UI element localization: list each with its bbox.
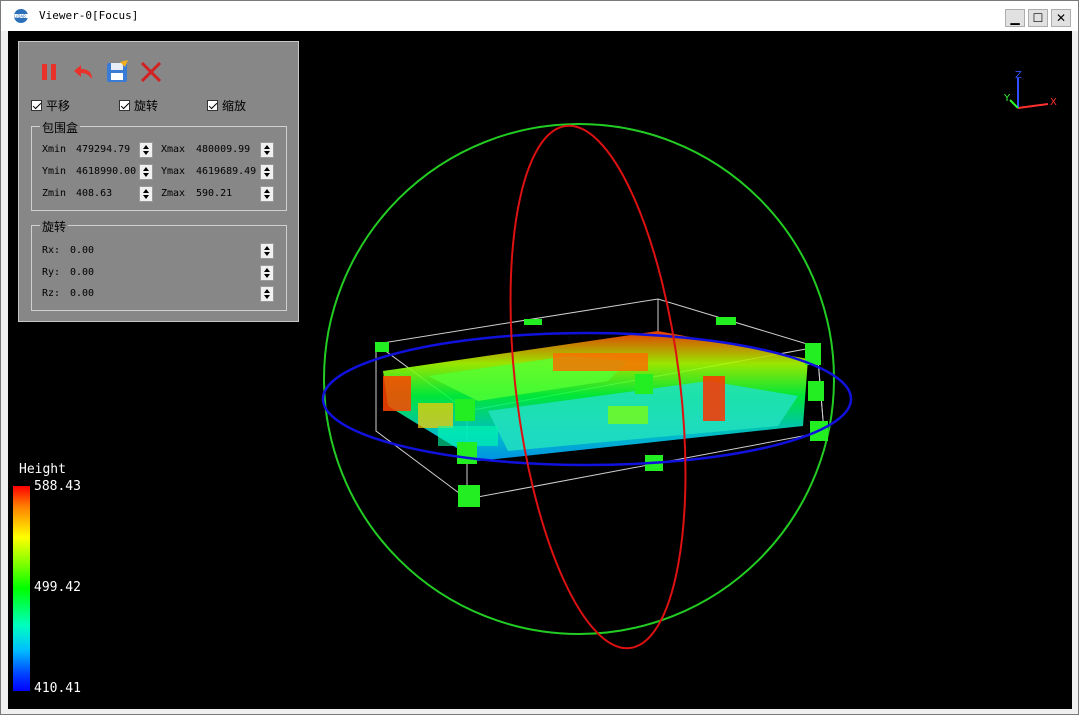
3d-viewport[interactable]: X Z Y 平移 旋转 缩放 包围盒 Xmin 479294.79 Xmax 4… [8, 31, 1072, 709]
checkbox-checked-icon [119, 100, 130, 111]
viewer-window: LiDAR Viewer-0[Focus] ▁ ☐ ✕ X Z Y 平移 旋转 … [0, 0, 1079, 715]
rz-label: Rz: [42, 288, 61, 299]
bbox-group-title: 包围盒 [40, 119, 81, 136]
rz-field[interactable]: 0.00 [70, 288, 94, 299]
zoom-checkbox[interactable]: 缩放 [207, 97, 246, 114]
svg-text:LiDAR: LiDAR [14, 14, 26, 19]
close-icon[interactable] [137, 58, 165, 86]
rotate-label: 旋转 [134, 99, 159, 113]
rotate-checkbox[interactable]: 旋转 [119, 97, 158, 114]
lidar-logo: LiDAR [12, 9, 36, 23]
save-icon[interactable] [103, 58, 131, 86]
axis-indicator: X Z Y [1003, 70, 1057, 109]
rx-spinner[interactable] [260, 243, 274, 259]
ry-spinner[interactable] [260, 265, 274, 281]
bbox-group: 包围盒 Xmin 479294.79 Xmax 480009.99 Ymin 4… [31, 119, 287, 211]
ymin-field[interactable]: 4618990.00 [76, 166, 136, 177]
ymax-spinner[interactable] [260, 164, 274, 180]
minimize-icon: ▁ [1010, 11, 1020, 25]
close-icon: ✕ [1055, 11, 1067, 25]
xmin-field[interactable]: 479294.79 [76, 144, 130, 155]
rx-label: Rx: [42, 245, 61, 256]
legend-title: Height [19, 462, 66, 477]
maximize-button[interactable]: ☐ [1028, 9, 1048, 27]
close-window-button[interactable]: ✕ [1051, 9, 1071, 27]
ymax-label: Ymax [161, 166, 186, 177]
z-axis-label: Z [1015, 70, 1022, 81]
ymax-field[interactable]: 4619689.49 [196, 166, 256, 177]
rotation-group: 旋转 Rx: 0.00 Ry: 0.00 Rz: 0.00 [31, 218, 287, 311]
maximize-icon: ☐ [1032, 11, 1044, 25]
xmax-field[interactable]: 480009.99 [196, 144, 250, 155]
xmin-label: Xmin [42, 144, 67, 155]
x-axis-label: X [1050, 97, 1057, 108]
title-bar[interactable]: LiDAR Viewer-0[Focus] ▁ ☐ ✕ [1, 1, 1078, 31]
legend-max: 588.43 [34, 479, 81, 494]
y-axis-label: Y [1003, 93, 1011, 104]
height-color-bar [13, 486, 30, 691]
checkbox-checked-icon [31, 100, 42, 111]
zoom-label: 缩放 [222, 99, 247, 113]
ymin-spinner[interactable] [139, 164, 153, 180]
legend-min: 410.41 [34, 681, 81, 696]
ry-label: Ry: [42, 267, 61, 278]
zmin-field[interactable]: 408.63 [76, 188, 112, 199]
xmin-spinner[interactable] [139, 142, 153, 158]
zmax-spinner[interactable] [260, 186, 274, 202]
control-panel: 平移 旋转 缩放 包围盒 Xmin 479294.79 Xmax 480009.… [18, 41, 299, 322]
rz-spinner[interactable] [260, 286, 274, 302]
ry-field[interactable]: 0.00 [70, 267, 94, 278]
xmax-spinner[interactable] [260, 142, 274, 158]
zmin-spinner[interactable] [139, 186, 153, 202]
pause-icon[interactable] [35, 58, 63, 86]
xmax-label: Xmax [161, 144, 186, 155]
undo-icon[interactable] [69, 58, 97, 86]
pan-label: 平移 [46, 99, 71, 113]
zmin-label: Zmin [42, 188, 67, 199]
minimize-button[interactable]: ▁ [1005, 9, 1025, 27]
rx-field[interactable]: 0.00 [70, 245, 94, 256]
pan-checkbox[interactable]: 平移 [31, 97, 70, 114]
point-cloud [383, 331, 808, 461]
ymin-label: Ymin [42, 166, 67, 177]
window-title: Viewer-0[Focus] [39, 9, 139, 22]
zmax-field[interactable]: 590.21 [196, 188, 232, 199]
checkbox-checked-icon [207, 100, 218, 111]
zmax-label: Zmax [161, 188, 186, 199]
rotation-group-title: 旋转 [40, 218, 69, 235]
legend-mid: 499.42 [34, 580, 81, 595]
